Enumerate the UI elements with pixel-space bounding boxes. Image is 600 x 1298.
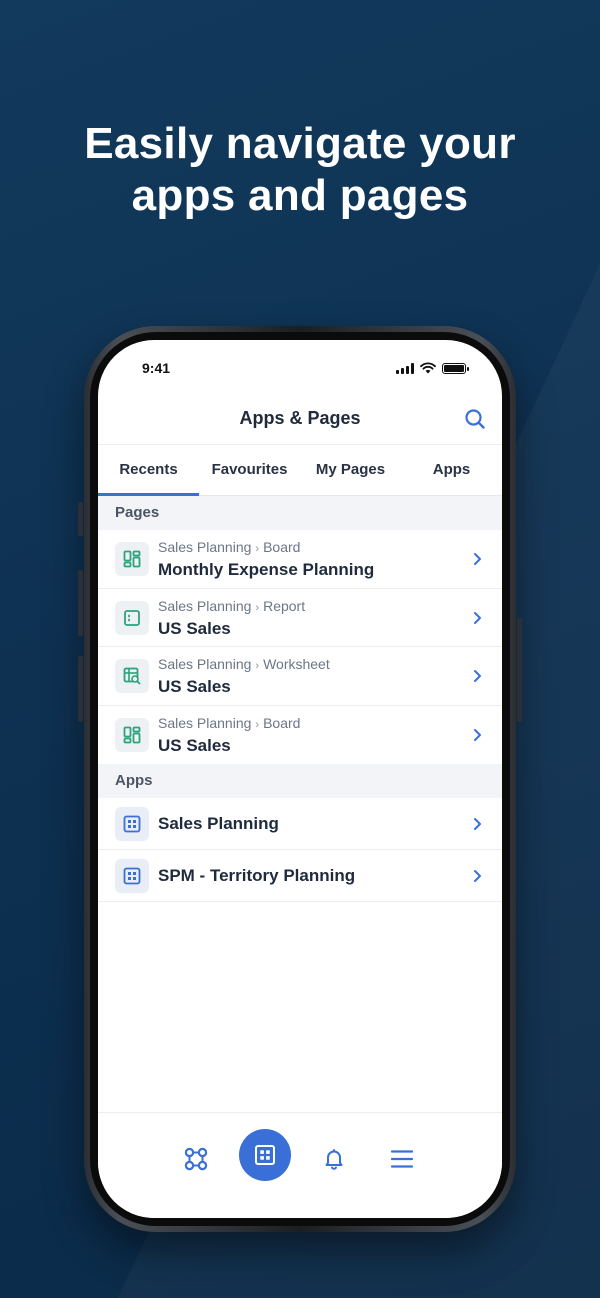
app-row-spm-territory-planning[interactable]: SPM - Territory Planning <box>98 850 502 902</box>
chevron-right-icon <box>474 612 481 624</box>
power-button <box>517 618 522 722</box>
row-title: US Sales <box>158 619 231 638</box>
chevron-right-icon <box>474 818 481 830</box>
row-title: US Sales <box>158 736 231 755</box>
wifi-icon <box>420 362 436 374</box>
row-title: US Sales <box>158 677 231 696</box>
phone-screen: 9:41 Apps & Pages Recents Favourites My … <box>98 340 502 1218</box>
page-title: Apps & Pages <box>239 408 361 428</box>
chevron-right-icon <box>474 553 481 565</box>
page-row-us-sales-report[interactable]: Sales Planning › Report US Sales <box>98 589 502 647</box>
status-time: 9:41 <box>142 360 171 376</box>
tab-my-pages[interactable]: My Pages <box>300 445 401 495</box>
tab-recents[interactable]: Recents <box>98 445 199 496</box>
battery-icon <box>442 362 469 374</box>
headline: Easily navigate your apps and pages <box>0 118 600 222</box>
search-icon[interactable] <box>464 408 486 430</box>
app-header: Apps & Pages <box>98 394 502 444</box>
row-title: Monthly Expense Planning <box>158 560 375 579</box>
nav-menu[interactable] <box>382 1139 422 1179</box>
worksheet-icon <box>115 659 149 693</box>
tab-favourites[interactable]: Favourites <box>199 445 300 495</box>
app-grid-icon <box>115 807 149 841</box>
nav-workflow[interactable] <box>176 1139 216 1179</box>
status-bar: 9:41 <box>98 340 502 394</box>
menu-icon <box>390 1150 414 1168</box>
app-grid-icon <box>115 859 149 893</box>
cellular-signal-icon <box>396 362 414 374</box>
row-title: SPM - Territory Planning <box>158 866 356 885</box>
page-row-us-sales-worksheet[interactable]: Sales Planning › Worksheet US Sales <box>98 647 502 706</box>
app-row-sales-planning[interactable]: Sales Planning <box>98 798 502 850</box>
board-icon <box>115 718 149 752</box>
board-icon <box>115 542 149 576</box>
chevron-right-icon <box>474 670 481 682</box>
section-header-apps: Apps <box>98 764 502 798</box>
workflow-icon <box>184 1147 208 1171</box>
row-breadcrumb: Sales Planning › Report <box>158 598 306 614</box>
nav-notifications[interactable] <box>314 1139 354 1179</box>
volume-up-button <box>78 570 83 636</box>
nav-apps[interactable] <box>239 1129 291 1181</box>
row-breadcrumb: Sales Planning › Worksheet <box>158 656 330 672</box>
report-icon <box>115 601 149 635</box>
tab-apps[interactable]: Apps <box>401 445 502 495</box>
row-breadcrumb: Sales Planning › Board <box>158 715 301 731</box>
row-title: Sales Planning <box>158 814 279 833</box>
section-header-pages: Pages <box>98 496 502 530</box>
page-row-us-sales-board[interactable]: Sales Planning › Board US Sales <box>98 706 502 764</box>
silent-switch <box>78 502 83 536</box>
bottom-nav <box>98 1112 502 1218</box>
page-row-monthly-expense-planning[interactable]: Sales Planning › Board Monthly Expense Pla… <box>98 530 502 589</box>
chevron-right-icon <box>474 870 481 882</box>
volume-down-button <box>78 656 83 722</box>
bell-icon <box>325 1149 343 1170</box>
headline-line-1: Easily navigate your <box>84 119 516 168</box>
headline-line-2: apps and pages <box>131 171 469 220</box>
tab-bar: Recents Favourites My Pages Apps <box>98 444 502 496</box>
chevron-right-icon <box>474 729 481 741</box>
row-breadcrumb: Sales Planning › Board <box>158 539 301 555</box>
apps-icon <box>255 1145 275 1165</box>
status-icons <box>396 362 469 374</box>
